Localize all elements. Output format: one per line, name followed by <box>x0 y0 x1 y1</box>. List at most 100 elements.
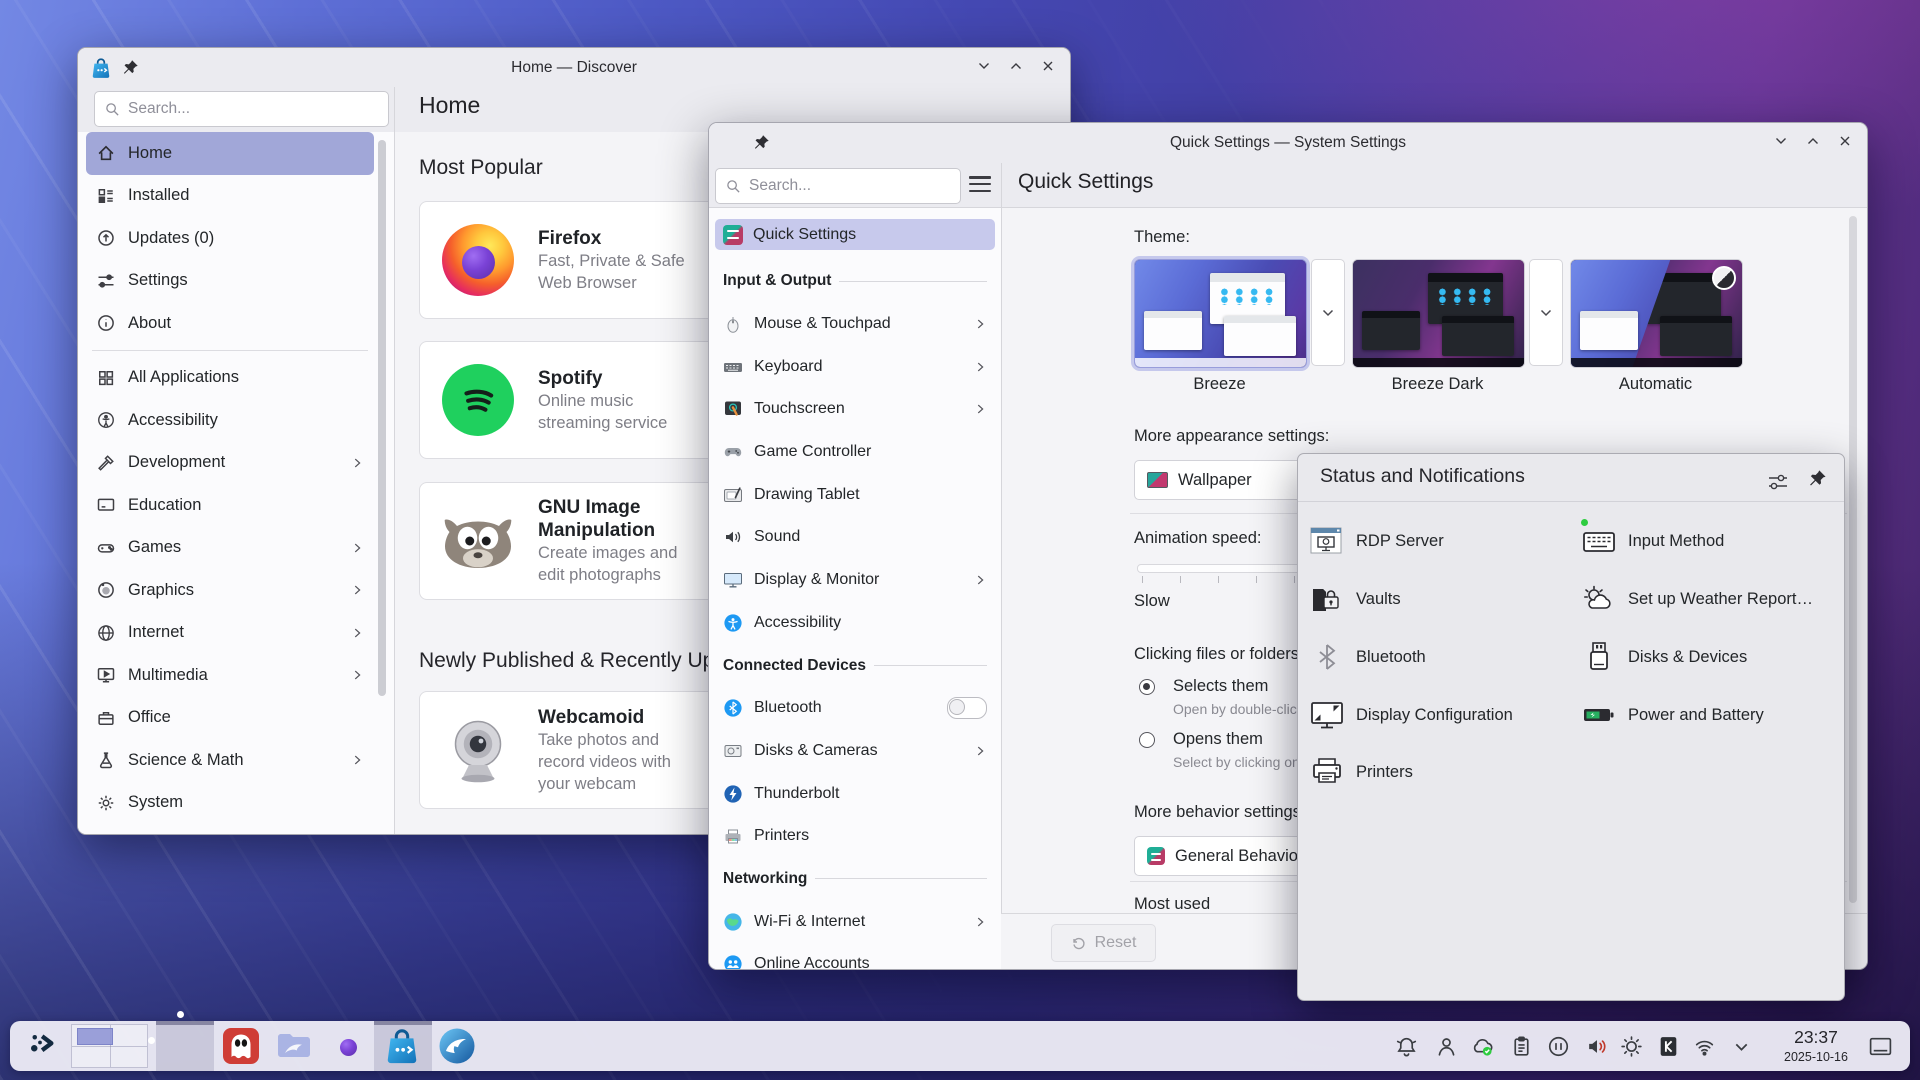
tray-expand-chevron-icon[interactable] <box>1729 1034 1754 1059</box>
settings-item-disks-cameras[interactable]: Disks & Cameras <box>715 730 995 773</box>
rdp-server-icon <box>1310 524 1344 558</box>
discover-window-title: Home — Discover <box>78 48 1070 87</box>
cloud-sync-icon[interactable] <box>1470 1034 1495 1059</box>
sidebar-item-games[interactable]: Games <box>86 527 374 570</box>
settings-item-game-controller[interactable]: Game Controller <box>715 431 995 474</box>
maximize-icon[interactable] <box>1008 58 1024 74</box>
settings-item-online-accounts[interactable]: Online Accounts <box>715 943 995 970</box>
settings-item-printers[interactable]: Printers <box>715 815 995 858</box>
bluetooth-toggle[interactable] <box>947 697 987 719</box>
sidebar-item-settings[interactable]: Settings <box>86 260 374 303</box>
pin-icon[interactable] <box>1808 469 1827 493</box>
configure-tray-icon[interactable] <box>1766 471 1790 498</box>
wifi-icon[interactable] <box>1692 1034 1717 1059</box>
sidebar-item-development[interactable]: Development <box>86 442 374 485</box>
settings-search-input[interactable]: Search... <box>715 168 961 204</box>
theme-breeze-dropdown[interactable] <box>1311 259 1345 366</box>
section-input-output: Input & Output <box>715 260 995 303</box>
sidebar-item-all-applications[interactable]: All Applications <box>86 357 374 400</box>
theme-automatic-thumbnail[interactable] <box>1570 259 1743 368</box>
installed-icon <box>96 186 116 206</box>
theme-breeze-thumbnail[interactable] <box>1134 259 1307 368</box>
settings-item-mouse-touchpad[interactable]: Mouse & Touchpad <box>715 303 995 346</box>
general-behavior-button[interactable]: General Behavior <box>1134 836 1324 876</box>
sidebar-item-installed[interactable]: Installed <box>86 175 374 218</box>
sidebar-item-quick-settings[interactable]: Quick Settings <box>715 219 995 250</box>
tray-item-weather[interactable]: Set up Weather Report… <box>1582 582 1813 616</box>
close-icon[interactable] <box>1040 58 1056 74</box>
sidebar-item-education[interactable]: Education <box>86 484 374 527</box>
settings-item-bluetooth[interactable]: Bluetooth <box>715 687 995 730</box>
user-icon[interactable] <box>1434 1034 1459 1059</box>
tray-item-rdp-server[interactable]: RDP Server <box>1310 524 1444 558</box>
notifications-bell-icon[interactable] <box>1394 1034 1419 1059</box>
maximize-icon[interactable] <box>1805 133 1821 149</box>
wallpaper-button[interactable]: Wallpaper <box>1134 460 1324 500</box>
close-icon[interactable] <box>1837 133 1853 149</box>
pause-icon[interactable] <box>1546 1034 1571 1059</box>
show-desktop-button[interactable] <box>1868 1034 1893 1059</box>
settings-item-touchscreen[interactable]: Touchscreen <box>715 388 995 431</box>
minimize-icon[interactable] <box>976 58 992 74</box>
chevron-right-icon <box>973 317 987 331</box>
kate-k-icon[interactable] <box>1656 1034 1681 1059</box>
radio-selects-them[interactable]: Selects them <box>1139 677 1268 696</box>
discover-search-input[interactable]: Search... <box>94 91 389 127</box>
app-name: Firefox <box>538 228 601 249</box>
sidebar-item-graphics[interactable]: Graphics <box>86 569 374 612</box>
hamburger-menu-icon[interactable] <box>969 176 991 196</box>
sidebar-item-about[interactable]: About <box>86 302 374 345</box>
clipboard-icon[interactable] <box>1509 1034 1534 1059</box>
virtual-desktop-pager[interactable] <box>71 1024 148 1068</box>
quick-settings-icon <box>723 225 743 245</box>
tray-item-vaults[interactable]: Vaults <box>1310 582 1401 616</box>
sidebar-item-multimedia[interactable]: Multimedia <box>86 654 374 697</box>
theme-breeze-dark-dropdown[interactable] <box>1529 259 1563 366</box>
theme-name: Automatic <box>1570 375 1741 394</box>
sidebar-item-home[interactable]: Home <box>86 132 374 175</box>
theme-label: Theme: <box>1134 228 1190 247</box>
theme-name: Breeze <box>1134 375 1305 394</box>
tray-item-bluetooth[interactable]: Bluetooth <box>1310 640 1426 674</box>
radio-opens-them[interactable]: Opens them <box>1139 730 1263 749</box>
grid-icon <box>96 368 116 388</box>
taskbar-discover[interactable] <box>383 1027 421 1065</box>
settings-item-wifi-internet[interactable]: Wi-Fi & Internet <box>715 900 995 943</box>
taskbar-dolphin[interactable] <box>275 1027 313 1065</box>
settings-item-thunderbolt[interactable]: Thunderbolt <box>715 772 995 815</box>
brightness-icon[interactable] <box>1619 1034 1644 1059</box>
theme-breeze-dark-thumbnail[interactable] <box>1352 259 1525 368</box>
settings-item-drawing-tablet[interactable]: Drawing Tablet <box>715 473 995 516</box>
app-launcher-button[interactable] <box>29 1031 59 1061</box>
sidebar-item-updates[interactable]: Updates (0) <box>86 217 374 260</box>
sidebar-item-science-math[interactable]: Science & Math <box>86 739 374 782</box>
chevron-right-icon <box>973 915 987 929</box>
settings-item-keyboard[interactable]: Keyboard <box>715 345 995 388</box>
popup-title: Status and Notifications <box>1320 465 1525 488</box>
settings-item-accessibility[interactable]: Accessibility <box>715 602 995 645</box>
sidebar-item-accessibility[interactable]: Accessibility <box>86 399 374 442</box>
tray-item-input-method[interactable]: Input Method <box>1582 524 1724 558</box>
sidebar-item-system[interactable]: System <box>86 782 374 825</box>
tray-item-display-configuration[interactable]: Display Configuration <box>1310 698 1513 732</box>
settings-item-display-monitor[interactable]: Display & Monitor <box>715 559 995 602</box>
taskbar-ghostwriter[interactable] <box>222 1027 260 1065</box>
volume-icon[interactable] <box>1585 1034 1610 1059</box>
taskbar-falkon[interactable] <box>438 1027 476 1065</box>
minimize-icon[interactable] <box>1773 133 1789 149</box>
settings-scrollbar[interactable] <box>1849 216 1857 903</box>
chevron-right-icon <box>350 456 364 470</box>
sidebar-item-office[interactable]: Office <box>86 697 374 740</box>
discover-page-title: Home <box>419 92 480 119</box>
reset-button[interactable]: Reset <box>1051 924 1156 962</box>
settings-item-sound[interactable]: Sound <box>715 516 995 559</box>
discover-sidebar-scrollbar[interactable] <box>378 140 386 696</box>
sidebar-item-internet[interactable]: Internet <box>86 612 374 655</box>
tray-item-disks-devices[interactable]: Disks & Devices <box>1582 640 1747 674</box>
display-config-icon <box>1310 698 1344 732</box>
tray-item-printers[interactable]: Printers <box>1310 755 1413 789</box>
tray-item-power-battery[interactable]: Power and Battery <box>1582 698 1764 732</box>
section-connected-devices: Connected Devices <box>715 644 995 687</box>
info-icon <box>96 313 116 333</box>
clock[interactable]: 23:37 2025-10-16 <box>1770 1027 1862 1066</box>
